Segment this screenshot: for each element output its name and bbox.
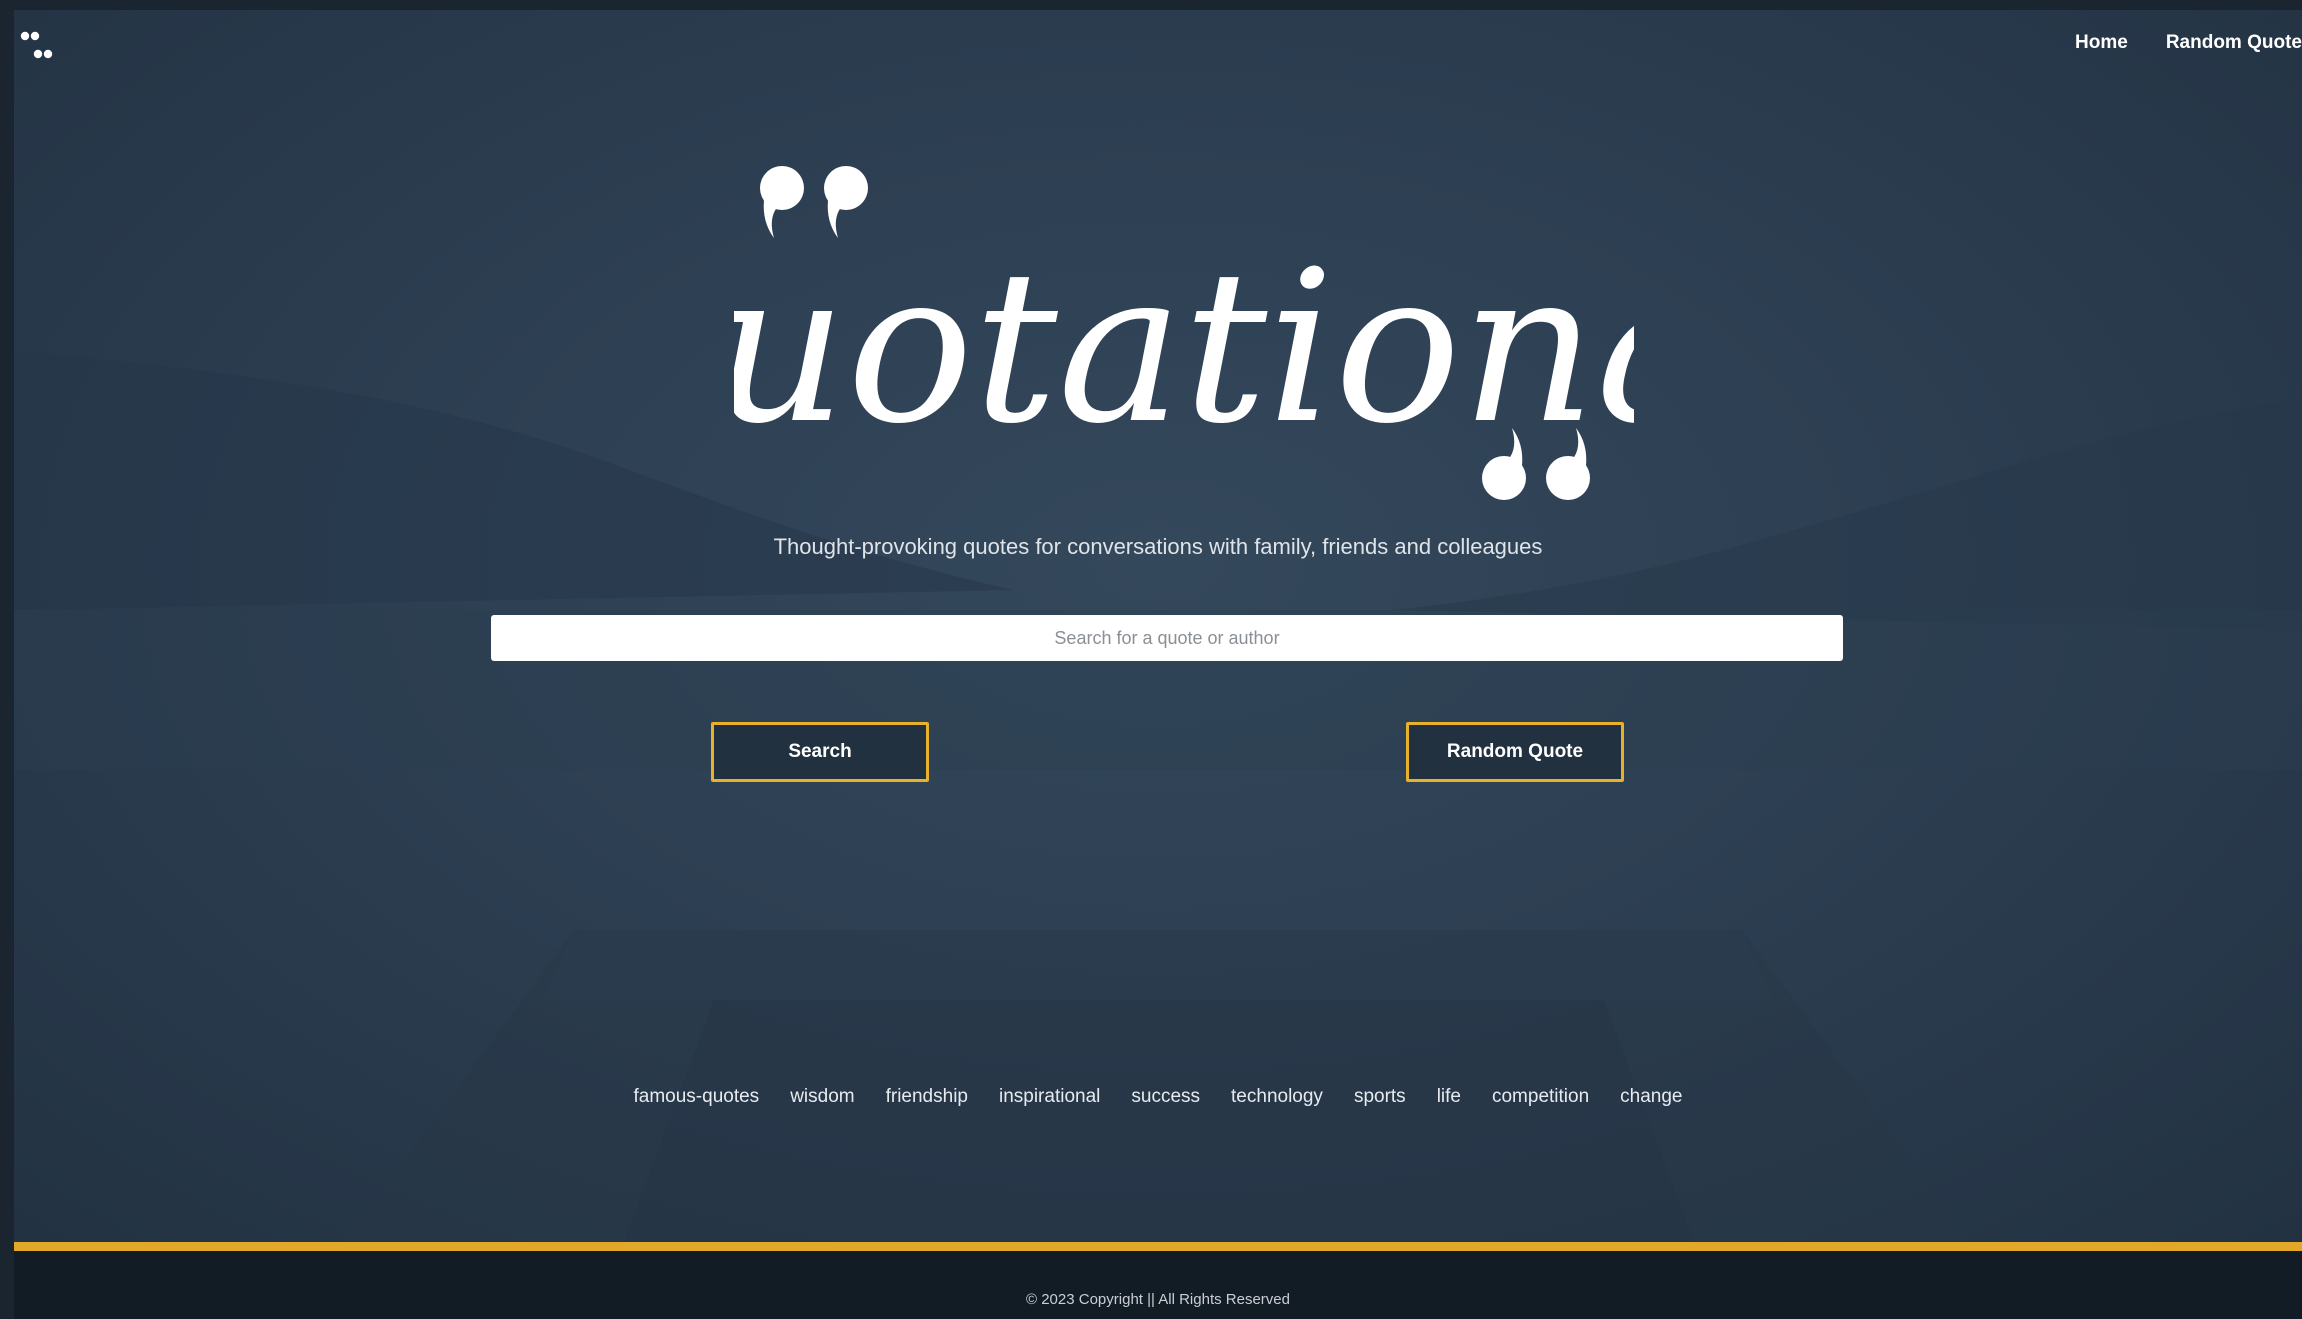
wordmark-text: Quotational (734, 225, 1634, 470)
search-button[interactable]: Search (711, 722, 929, 782)
accent-divider (14, 1242, 2302, 1251)
tag-link[interactable]: friendship (886, 1086, 968, 1108)
tag-link[interactable]: competition (1492, 1086, 1589, 1108)
footer: © 2023 Copyright || All Rights Reserved (14, 1251, 2302, 1319)
tagline: Thought-provoking quotes for conversatio… (773, 534, 1543, 559)
tag-link[interactable]: success (1131, 1086, 1200, 1108)
nav-random-quote-link[interactable]: Random Quote (2166, 32, 2302, 54)
tag-link[interactable]: sports (1354, 1086, 1406, 1108)
tag-link[interactable]: famous-quotes (634, 1086, 760, 1108)
nav-home-link[interactable]: Home (2075, 32, 2128, 54)
tag-link[interactable]: life (1437, 1086, 1461, 1108)
logo-icon[interactable] (18, 28, 54, 64)
search-input[interactable] (491, 615, 1843, 661)
tag-link[interactable]: wisdom (790, 1086, 854, 1108)
tag-link[interactable]: technology (1231, 1086, 1323, 1108)
top-nav: Home Random Quote (2075, 32, 2302, 54)
random-quote-button[interactable]: Random Quote (1406, 722, 1624, 782)
tag-list: famous-quotes wisdom friendship inspirat… (14, 1086, 2302, 1108)
copyright-text: © 2023 Copyright || All Rights Reserved (1026, 1291, 1290, 1308)
tag-link[interactable]: inspirational (999, 1086, 1100, 1108)
quotational-wordmark: Quotational (734, 166, 1634, 500)
tag-link[interactable]: change (1620, 1086, 1682, 1108)
hero-section: Home Random Quote Quotational Thought-pr… (14, 10, 2302, 1242)
page: Home Random Quote Quotational Thought-pr… (14, 10, 2302, 1319)
